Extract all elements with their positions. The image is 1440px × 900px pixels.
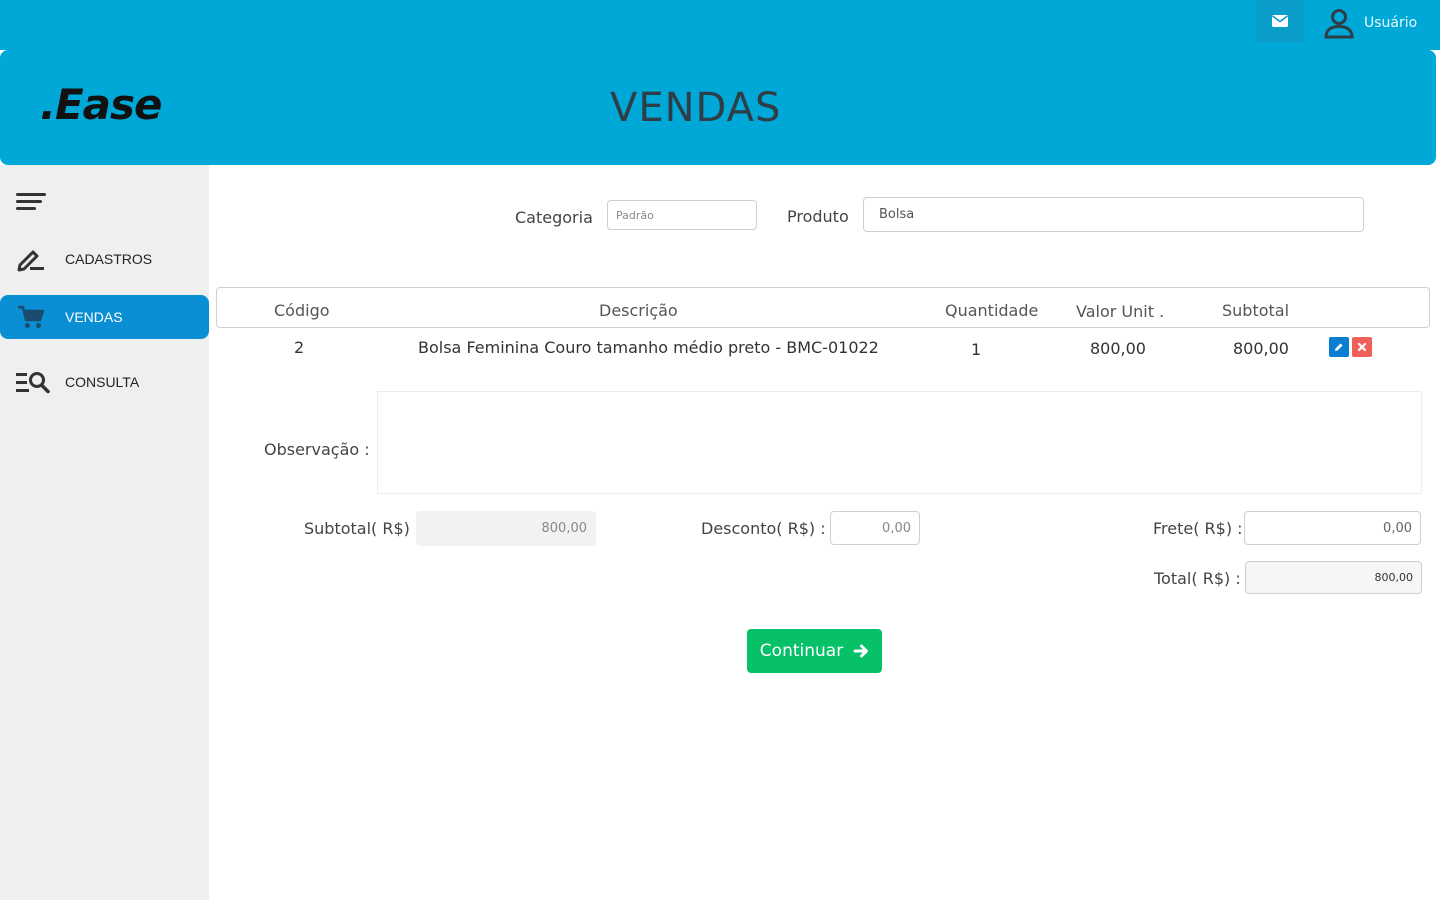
pencil-icon <box>1335 343 1343 351</box>
top-bar: Usuário <box>0 0 1440 50</box>
total-field: 800,00 <box>1245 561 1422 594</box>
total-label: Total( R$) : <box>1154 569 1241 588</box>
row-description: Bolsa Feminina Couro tamanho médio preto… <box>418 338 879 357</box>
category-label: Categoria <box>515 208 593 227</box>
row-code: 2 <box>294 338 305 357</box>
page-title: VENDAS <box>610 85 782 131</box>
close-icon <box>1357 342 1367 352</box>
edit-row-button[interactable] <box>1329 337 1349 357</box>
sidebar-item-label: CADASTROS <box>65 251 153 267</box>
sidebar-item-consulta[interactable]: CONSULTA <box>0 360 209 404</box>
column-header-unit-value: Valor Unit . <box>1076 302 1165 321</box>
envelope-icon <box>1272 15 1288 27</box>
product-label: Produto <box>787 207 849 226</box>
observation-label: Observação : <box>264 440 370 459</box>
user-menu[interactable]: Usuário <box>1322 6 1417 40</box>
subtotal-label: Subtotal( R$) : <box>304 519 421 538</box>
user-icon <box>1324 9 1354 39</box>
sidebar-item-cadastros[interactable]: CADASTROS <box>0 237 209 281</box>
app-logo: .Ease <box>40 80 162 129</box>
discount-input[interactable]: 0,00 <box>830 511 920 545</box>
delete-row-button[interactable] <box>1352 337 1372 357</box>
continue-label: Continuar <box>759 641 844 661</box>
user-label: Usuário <box>1364 15 1418 31</box>
continue-button[interactable]: Continuar <box>747 629 882 673</box>
list-search-icon <box>16 372 50 394</box>
arrow-right-icon <box>853 644 869 658</box>
freight-label: Frete( R$) : <box>1153 519 1243 538</box>
row-unit-value: 800,00 <box>1090 339 1146 358</box>
mail-button[interactable] <box>1256 0 1304 42</box>
category-select[interactable]: Padrão <box>607 200 757 230</box>
column-header-description: Descrição <box>599 301 678 320</box>
sidebar-item-label: VENDAS <box>65 309 123 325</box>
sidebar-item-label: CONSULTA <box>65 374 140 390</box>
cart-icon <box>18 305 45 328</box>
column-header-quantity: Quantidade <box>945 301 1039 320</box>
observation-textarea[interactable] <box>377 391 1422 494</box>
column-header-code: Código <box>274 301 330 320</box>
discount-label: Desconto( R$) : <box>701 519 826 538</box>
row-subtotal: 800,00 <box>1233 339 1289 358</box>
freight-input[interactable]: 0,00 <box>1244 511 1421 545</box>
page-header: .Ease VENDAS <box>0 50 1436 165</box>
sidebar: CADASTROS VENDAS CONSULTA <box>0 165 209 900</box>
product-input[interactable]: Bolsa <box>863 197 1364 232</box>
subtotal-field: 800,00 <box>416 511 596 546</box>
column-header-subtotal: Subtotal <box>1222 301 1290 320</box>
row-quantity: 1 <box>971 340 982 359</box>
edit-pen-icon <box>17 250 44 272</box>
sidebar-item-vendas[interactable]: VENDAS <box>0 295 209 339</box>
menu-toggle-icon[interactable] <box>16 192 46 212</box>
